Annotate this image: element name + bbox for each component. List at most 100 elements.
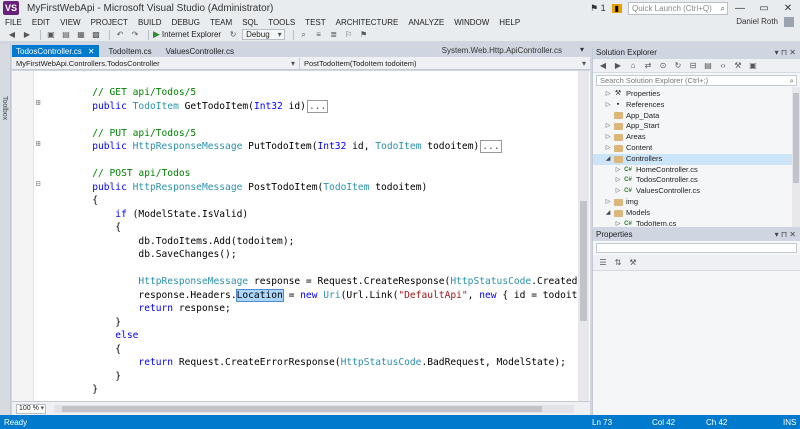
close-button[interactable]: ✕ (776, 3, 800, 14)
type-dropdown[interactable]: MyFirstWebApi.Controllers.TodosControlle… (12, 57, 300, 69)
collapsed-region[interactable]: ... (306, 99, 329, 113)
user-name[interactable]: Daniel Roth (736, 17, 778, 26)
bookmark-next-icon[interactable]: ⚑ (358, 30, 370, 40)
tree-item[interactable]: ◢ Models (593, 208, 800, 219)
vertical-scrollbar[interactable] (792, 87, 800, 227)
code-line[interactable]: // PUT api/Todos/5 (46, 127, 577, 141)
toolbox-tab[interactable]: Toolbox (1, 96, 8, 120)
menu-analyze[interactable]: ANALYZE (403, 18, 449, 27)
expand-icon[interactable]: ▷ (613, 165, 623, 176)
solution-configuration-select[interactable]: Debug (242, 29, 285, 40)
tree-item[interactable]: App_Data (593, 111, 800, 122)
pane-controls[interactable]: ▾ ⊓ ✕ (775, 229, 796, 241)
code-line[interactable] (46, 113, 577, 127)
maximize-button[interactable]: ▭ (752, 3, 776, 14)
outline-expand-icon[interactable]: ⊞ (34, 97, 42, 109)
properties-grid[interactable] (593, 271, 800, 429)
refresh-icon[interactable]: ↻ (227, 30, 239, 40)
chevron-down-icon[interactable]: ▾ (580, 45, 584, 54)
code-line[interactable] (46, 154, 577, 168)
pending-changes-icon[interactable]: ⊙ (657, 61, 669, 71)
expand-icon[interactable]: ▷ (603, 100, 613, 111)
solution-search-input[interactable]: Search Solution Explorer (Ctrl+;) ⌕ (596, 75, 797, 86)
tree-item[interactable]: ▷ img (593, 197, 800, 208)
outline-expand-icon[interactable]: ⊞ (34, 138, 42, 150)
tree-item[interactable]: ▷ C# TodosController.cs (593, 175, 800, 186)
preview-icon[interactable]: ▣ (747, 61, 759, 71)
notifications-icon[interactable]: ▮ (611, 3, 622, 13)
home-icon[interactable]: ⌂ (627, 61, 639, 71)
code-line[interactable]: // POST api/Todos (46, 167, 577, 181)
menu-test[interactable]: TEST (300, 18, 330, 27)
code-line[interactable]: } (46, 383, 577, 397)
refresh-icon[interactable]: ↻ (672, 61, 684, 71)
object-select[interactable] (596, 243, 797, 253)
show-all-files-icon[interactable]: ▤ (702, 61, 714, 71)
close-icon[interactable]: ✕ (88, 47, 95, 56)
code-line[interactable] (46, 262, 577, 276)
tab-todoitem[interactable]: TodoItem.cs (105, 45, 156, 57)
tree-item[interactable]: ▷ Content (593, 143, 800, 154)
feedback-flag-icon[interactable]: ⚑ 1 (590, 3, 606, 14)
menu-debug[interactable]: DEBUG (167, 18, 205, 27)
tree-item[interactable]: ▷ C# HomeController.cs (593, 165, 800, 176)
expand-icon[interactable]: ▷ (603, 121, 613, 132)
view-code-icon[interactable]: ‹› (717, 61, 729, 71)
uncomment-icon[interactable]: ≣ (328, 30, 340, 40)
minimize-button[interactable]: — (728, 3, 752, 14)
avatar[interactable] (784, 17, 794, 27)
categorized-icon[interactable]: ☰ (597, 258, 609, 268)
tab-valuescontroller[interactable]: ValuesController.cs (162, 45, 238, 57)
forward-icon[interactable]: ▶ (612, 61, 624, 71)
menu-file[interactable]: FILE (0, 18, 27, 27)
code-editor[interactable]: ⊞ ⊞ ⊟ // GET api/Todos/5 public TodoItem… (12, 71, 590, 401)
expand-icon[interactable]: ▷ (613, 186, 623, 197)
back-icon[interactable]: ◀ (6, 30, 18, 40)
menu-help[interactable]: HELP (494, 18, 525, 27)
code-line[interactable]: { (46, 343, 577, 357)
menu-team[interactable]: TEAM (205, 18, 237, 27)
scrollbar-thumb[interactable] (793, 93, 799, 183)
tree-item[interactable]: ◢ Controllers (593, 153, 800, 165)
code-line[interactable]: } (46, 316, 577, 330)
find-icon[interactable]: ⌕ (298, 30, 310, 40)
expanded-icon[interactable]: ◢ (603, 208, 613, 219)
tree-item[interactable]: ▷ ⚒ Properties (593, 89, 800, 100)
save-icon[interactable]: ▦ (75, 30, 87, 40)
expand-icon[interactable]: ▷ (613, 175, 623, 186)
quick-launch-input[interactable]: Quick Launch (Ctrl+Q) ⌕ (628, 1, 728, 15)
save-all-icon[interactable]: ▩ (90, 30, 102, 40)
code-line[interactable]: } (46, 370, 577, 384)
expand-icon[interactable]: ▷ (603, 197, 613, 208)
tab-todoscontroller[interactable]: TodosController.cs ✕ (12, 45, 99, 57)
alphabetical-icon[interactable]: ⇅ (612, 258, 624, 268)
vertical-scrollbar[interactable] (578, 71, 589, 401)
code-line[interactable]: response.Headers.Location = new Uri(Url.… (46, 288, 577, 303)
properties-icon[interactable]: ⚒ (732, 61, 744, 71)
code-line[interactable]: { (46, 194, 577, 208)
code-line[interactable]: public TodoItem GetTodoItem(Int32 id)... (46, 99, 577, 114)
bookmark-icon[interactable]: ⚐ (343, 30, 355, 40)
expand-icon[interactable]: ▷ (603, 143, 613, 154)
expand-icon[interactable]: ▷ (603, 89, 613, 100)
tree-item[interactable]: ▷ C# TodoItem.cs (593, 219, 800, 230)
tree-item[interactable]: ▷ ▪ References (593, 100, 800, 111)
property-pages-icon[interactable]: ⚒ (627, 258, 639, 268)
start-debugging-button[interactable]: ▶ Internet Explorer (153, 29, 221, 40)
code-line[interactable]: HttpResponseMessage response = Request.C… (46, 275, 577, 289)
sync-icon[interactable]: ⇄ (642, 61, 654, 71)
redo-icon[interactable]: ↷ (129, 30, 141, 40)
menu-tools[interactable]: TOOLS (263, 18, 300, 27)
code-line[interactable]: db.SaveChanges(); (46, 248, 577, 262)
code-text[interactable]: // GET api/Todos/5 public TodoItem GetTo… (46, 86, 577, 397)
code-line[interactable]: else (46, 329, 577, 343)
collapse-all-icon[interactable]: ⊟ (687, 61, 699, 71)
tree-item[interactable]: ▷ C# ValuesController.cs (593, 186, 800, 197)
new-project-icon[interactable]: ▣ (45, 30, 57, 40)
tree-item[interactable]: ▷ App_Start (593, 121, 800, 132)
pane-controls[interactable]: ▾ ⊓ ✕ (775, 47, 796, 59)
open-file-icon[interactable]: ▤ (60, 30, 72, 40)
forward-icon[interactable]: ▶ (21, 30, 33, 40)
collapsed-region[interactable]: ... (480, 140, 502, 153)
scrollbar-thumb[interactable] (62, 405, 542, 412)
